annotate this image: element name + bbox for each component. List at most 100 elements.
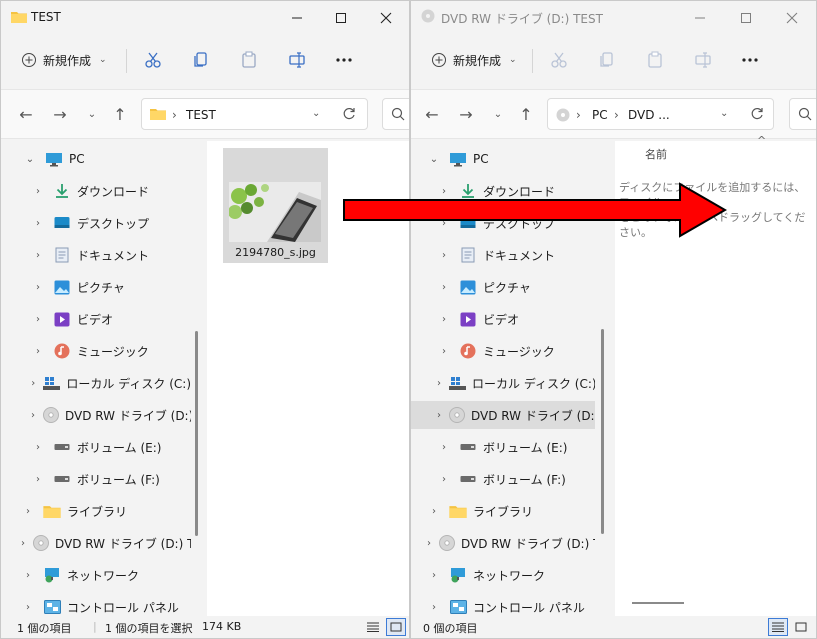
- tree-item[interactable]: › ダウンロード: [411, 177, 595, 205]
- tree-item[interactable]: › ピクチャ: [411, 273, 595, 301]
- tree-item[interactable]: › デスクトップ: [411, 209, 595, 237]
- chevron-right-icon[interactable]: ›: [31, 250, 45, 261]
- forward-button[interactable]: →: [47, 102, 73, 126]
- chevron-right-icon[interactable]: ›: [21, 538, 25, 549]
- breadcrumb-item[interactable]: TEST: [186, 108, 216, 122]
- tree-item[interactable]: › ダウンロード: [1, 177, 191, 205]
- details-view-button[interactable]: [363, 618, 383, 636]
- paste-button[interactable]: [641, 47, 669, 73]
- recent-locations-button[interactable]: ⌄: [485, 102, 511, 126]
- tree-item[interactable]: › ドキュメント: [1, 241, 191, 269]
- chevron-right-icon[interactable]: ›: [427, 602, 441, 613]
- chevron-right-icon[interactable]: ›: [437, 282, 451, 293]
- chevron-right-icon[interactable]: ›: [31, 314, 45, 325]
- tree-item[interactable]: › ボリューム (E:): [411, 433, 595, 461]
- tree-item[interactable]: › ボリューム (F:): [411, 465, 595, 493]
- tree-item[interactable]: › ビデオ: [411, 305, 595, 333]
- new-button[interactable]: 新規作成 ⌄: [13, 46, 115, 74]
- cut-button[interactable]: [139, 47, 167, 73]
- chevron-right-icon[interactable]: ›: [31, 474, 45, 485]
- tree-item[interactable]: › ボリューム (F:): [1, 465, 191, 493]
- tree-item[interactable]: › ドキュメント: [411, 241, 595, 269]
- rename-button[interactable]: [689, 47, 717, 73]
- chevron-right-icon[interactable]: ›: [427, 538, 431, 549]
- tree-item[interactable]: › ボリューム (E:): [1, 433, 191, 461]
- chevron-right-icon[interactable]: ›: [437, 218, 451, 229]
- scrollbar-thumb[interactable]: [601, 329, 604, 534]
- scrollbar-thumb[interactable]: [195, 331, 198, 536]
- rename-button[interactable]: [283, 47, 311, 73]
- tree-item[interactable]: › DVD RW ドライブ (D:) TE: [411, 401, 595, 429]
- tree-item[interactable]: › ミュージック: [411, 337, 595, 365]
- tree-item[interactable]: › コントロール パネル: [411, 593, 595, 616]
- tree-item[interactable]: › DVD RW ドライブ (D:) TEST: [411, 529, 595, 557]
- chevron-right-icon[interactable]: ›: [437, 250, 451, 261]
- close-button[interactable]: [363, 5, 409, 31]
- chevron-right-icon[interactable]: ›: [31, 282, 45, 293]
- copy-button[interactable]: [187, 47, 215, 73]
- tree-item[interactable]: › ローカル ディスク (C:): [411, 369, 595, 397]
- back-button[interactable]: ←: [419, 102, 445, 126]
- chevron-right-icon[interactable]: ›: [21, 570, 35, 581]
- maximize-button[interactable]: [318, 5, 364, 31]
- recent-locations-button[interactable]: ⌄: [79, 102, 105, 126]
- copy-button[interactable]: [593, 47, 621, 73]
- tree-item[interactable]: › ライブラリ: [1, 497, 191, 525]
- search-box[interactable]: [789, 98, 816, 130]
- chevron-down-icon[interactable]: ⌄: [427, 154, 441, 165]
- close-button[interactable]: [769, 5, 815, 31]
- tree-item[interactable]: › ビデオ: [1, 305, 191, 333]
- back-button[interactable]: ←: [13, 102, 39, 126]
- chevron-right-icon[interactable]: ›: [427, 570, 441, 581]
- file-item[interactable]: 2194780_s.jpg: [223, 148, 328, 263]
- maximize-button[interactable]: [723, 5, 769, 31]
- minimize-button[interactable]: [677, 5, 723, 31]
- chevron-right-icon[interactable]: ›: [437, 410, 441, 421]
- large-icons-view-button[interactable]: [791, 618, 811, 636]
- more-options-button[interactable]: [330, 47, 358, 73]
- tree-item[interactable]: › コントロール パネル: [1, 593, 191, 616]
- chevron-right-icon[interactable]: ›: [437, 378, 441, 389]
- tree-item[interactable]: ⌄ PC: [411, 145, 595, 173]
- large-icons-view-button[interactable]: [386, 618, 406, 636]
- chevron-down-icon[interactable]: ⌄: [23, 154, 37, 165]
- chevron-right-icon[interactable]: ›: [427, 506, 441, 517]
- tree-item[interactable]: › ピクチャ: [1, 273, 191, 301]
- chevron-right-icon[interactable]: ›: [31, 442, 45, 453]
- more-options-button[interactable]: [736, 47, 764, 73]
- chevron-right-icon[interactable]: ›: [31, 378, 35, 389]
- chevron-right-icon[interactable]: ›: [437, 346, 451, 357]
- search-box[interactable]: [382, 98, 409, 130]
- new-button[interactable]: 新規作成 ⌄: [423, 46, 525, 74]
- tree-item[interactable]: › ネットワーク: [411, 561, 595, 589]
- tree-item[interactable]: › デスクトップ: [1, 209, 191, 237]
- tree-item[interactable]: ⌄ PC: [1, 145, 191, 173]
- chevron-right-icon[interactable]: ›: [437, 474, 451, 485]
- title-bar[interactable]: DVD RW ドライブ (D:) TEST: [411, 1, 816, 35]
- chevron-right-icon[interactable]: ›: [31, 186, 45, 197]
- chevron-right-icon[interactable]: ›: [31, 218, 45, 229]
- tree-item[interactable]: › ローカル ディスク (C:): [1, 369, 191, 397]
- up-button[interactable]: ↑: [107, 102, 133, 126]
- tree-item[interactable]: › DVD RW ドライブ (D:) TEST: [1, 529, 191, 557]
- address-dropdown-icon[interactable]: ⌄: [312, 108, 320, 119]
- chevron-right-icon[interactable]: ›: [437, 314, 451, 325]
- title-bar[interactable]: TEST: [1, 1, 409, 35]
- tree-item[interactable]: › ネットワーク: [1, 561, 191, 589]
- forward-button[interactable]: →: [453, 102, 479, 126]
- chevron-right-icon[interactable]: ›: [437, 186, 451, 197]
- column-header-name[interactable]: 名前: [645, 146, 667, 162]
- chevron-right-icon[interactable]: ›: [31, 410, 35, 421]
- breadcrumb-item[interactable]: PC: [592, 108, 608, 122]
- chevron-right-icon[interactable]: ›: [31, 346, 45, 357]
- address-bar[interactable]: › TEST ⌄: [141, 98, 368, 130]
- paste-button[interactable]: [235, 47, 263, 73]
- refresh-icon[interactable]: [750, 107, 764, 121]
- refresh-icon[interactable]: [342, 107, 356, 121]
- tree-item[interactable]: › ライブラリ: [411, 497, 595, 525]
- tree-item[interactable]: › DVD RW ドライブ (D:) TE: [1, 401, 191, 429]
- breadcrumb-item[interactable]: DVD ...: [628, 108, 670, 122]
- chevron-right-icon[interactable]: ›: [21, 602, 35, 613]
- chevron-right-icon[interactable]: ›: [437, 442, 451, 453]
- chevron-right-icon[interactable]: ›: [21, 506, 35, 517]
